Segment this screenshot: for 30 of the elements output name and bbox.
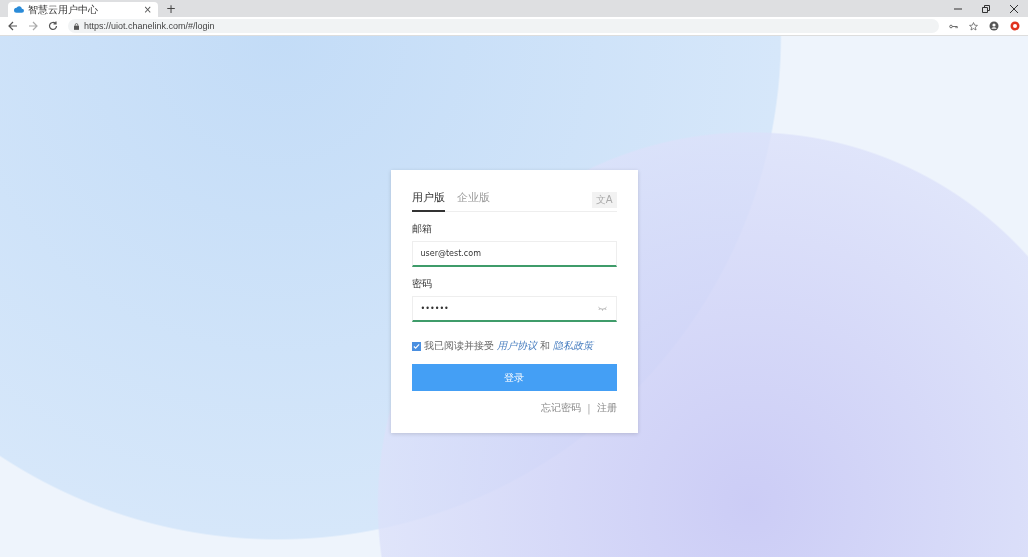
field-label: 密码 — [411, 277, 433, 291]
key-icon[interactable] — [949, 23, 958, 29]
password-field[interactable]: •••••• — [411, 296, 617, 322]
edition-tab[interactable]: 用户版 — [411, 187, 445, 212]
minimize-icon[interactable] — [954, 7, 962, 10]
browser-tab[interactable]: 智慧云用户中心 × — [8, 2, 158, 17]
restore-icon[interactable] — [982, 4, 990, 13]
account-icon[interactable] — [989, 21, 999, 31]
reload-icon[interactable] — [48, 21, 58, 31]
privacy-policy-link[interactable]: 隐私政策 — [552, 339, 593, 353]
back-arrow-icon[interactable] — [8, 21, 18, 31]
conjunction-text: 和 — [539, 339, 550, 353]
user-agreement-link[interactable]: 用户协议 — [496, 339, 537, 353]
forgot-password-link[interactable]: 忘记密码 — [541, 401, 582, 415]
email-field[interactable]: user@test.com — [411, 241, 617, 267]
extension-icon[interactable] — [1010, 21, 1020, 31]
close-icon[interactable] — [1010, 4, 1018, 13]
address-bar[interactable]: https://uiot.chanelink.com/#/login — [68, 19, 939, 33]
lock-icon — [74, 22, 79, 30]
url-text: https://uiot.chanelink.com/#/login — [84, 21, 215, 31]
agreement-checkbox[interactable] — [411, 341, 421, 351]
cloud-icon — [14, 6, 24, 13]
field-label: 邮箱 — [411, 222, 433, 236]
star-icon[interactable] — [969, 21, 978, 31]
new-tab-button[interactable]: + — [166, 2, 177, 16]
separator-text: | — [587, 402, 591, 414]
close-tab-button[interactable]: × — [143, 4, 152, 15]
agreement-text: 我已阅读并接受 — [423, 339, 494, 353]
tab-title: 智慧云用户中心 — [28, 3, 99, 16]
register-link[interactable]: 注册 — [596, 401, 617, 415]
